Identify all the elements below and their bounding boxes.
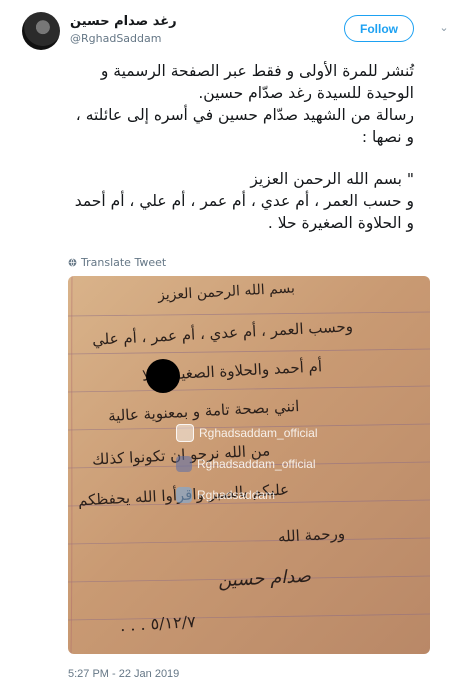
tweet-paragraph: رسالة من الشهيد صدّام حسين في أسره إلى ع…: [75, 106, 414, 146]
letter-date: ٥/١٢/٧ . . .: [119, 612, 197, 635]
globe-icon: [68, 258, 77, 267]
avatar[interactable]: [22, 12, 60, 50]
follow-button[interactable]: Follow: [344, 15, 414, 42]
tweet-card: رغد صدام حسين @RghadSaddam Follow ⌄ تُنش…: [0, 0, 467, 693]
translate-tweet-link[interactable]: Translate Tweet: [68, 256, 166, 269]
letter-line: ورحمة الله: [277, 524, 346, 546]
tweet-photo[interactable]: بسم الله الرحمن العزيز وحسب العمر ، أم ع…: [68, 276, 430, 654]
author-handle[interactable]: @RghadSaddam: [70, 32, 161, 45]
twitter-icon: [176, 487, 192, 503]
watermark-instagram: Rghadsaddam_official: [176, 424, 318, 442]
redaction-circle: [146, 359, 180, 393]
tweet-paragraph: " بسم الله الرحمن العزيز: [250, 170, 414, 188]
tweet-timestamp[interactable]: 5:27 PM - 22 Jan 2019: [68, 668, 179, 680]
watermark-label: Rghadsaddam: [197, 488, 276, 502]
tweet-paragraph: و حسب العمر ، أم عدي ، أم عمر ، أم علي ،…: [74, 192, 414, 232]
facebook-icon: [176, 456, 192, 472]
chevron-down-icon[interactable]: ⌄: [437, 21, 451, 35]
author-display-name[interactable]: رغد صدام حسين: [70, 14, 177, 29]
watermark-facebook: Rghadsaddam_official: [176, 456, 316, 472]
watermark-label: Rghadsaddam_official: [199, 426, 318, 440]
translate-label: Translate Tweet: [81, 256, 167, 269]
watermark-label: Rghadsaddam_official: [197, 457, 316, 471]
instagram-icon: [176, 424, 194, 442]
tweet-header: رغد صدام حسين @RghadSaddam Follow ⌄: [22, 12, 452, 52]
tweet-paragraph: تُنشر للمرة الأولى و فقط عبر الصفحة الرس…: [100, 62, 414, 102]
watermark-twitter: Rghadsaddam: [176, 487, 275, 503]
tweet-text: تُنشر للمرة الأولى و فقط عبر الصفحة الرس…: [68, 60, 414, 234]
